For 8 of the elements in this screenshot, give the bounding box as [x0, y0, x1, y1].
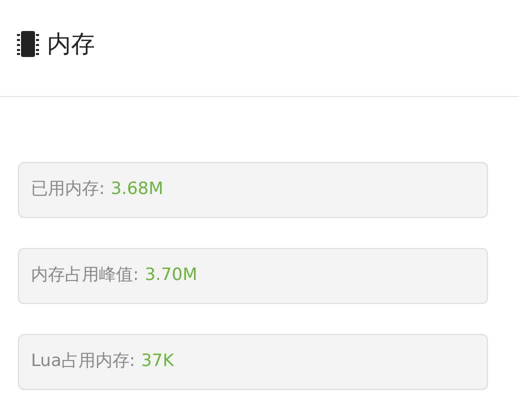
stat-label: 已用内存:	[31, 178, 105, 202]
stat-value: 37K	[141, 350, 174, 374]
stat-label: 内存占用峰值:	[31, 264, 139, 288]
page-title: 内存	[47, 29, 95, 60]
stat-value: 3.70M	[144, 264, 198, 288]
memory-chip-icon	[17, 30, 39, 58]
stat-value: 3.68M	[110, 178, 164, 202]
stat-label: Lua占用内存:	[31, 350, 136, 374]
